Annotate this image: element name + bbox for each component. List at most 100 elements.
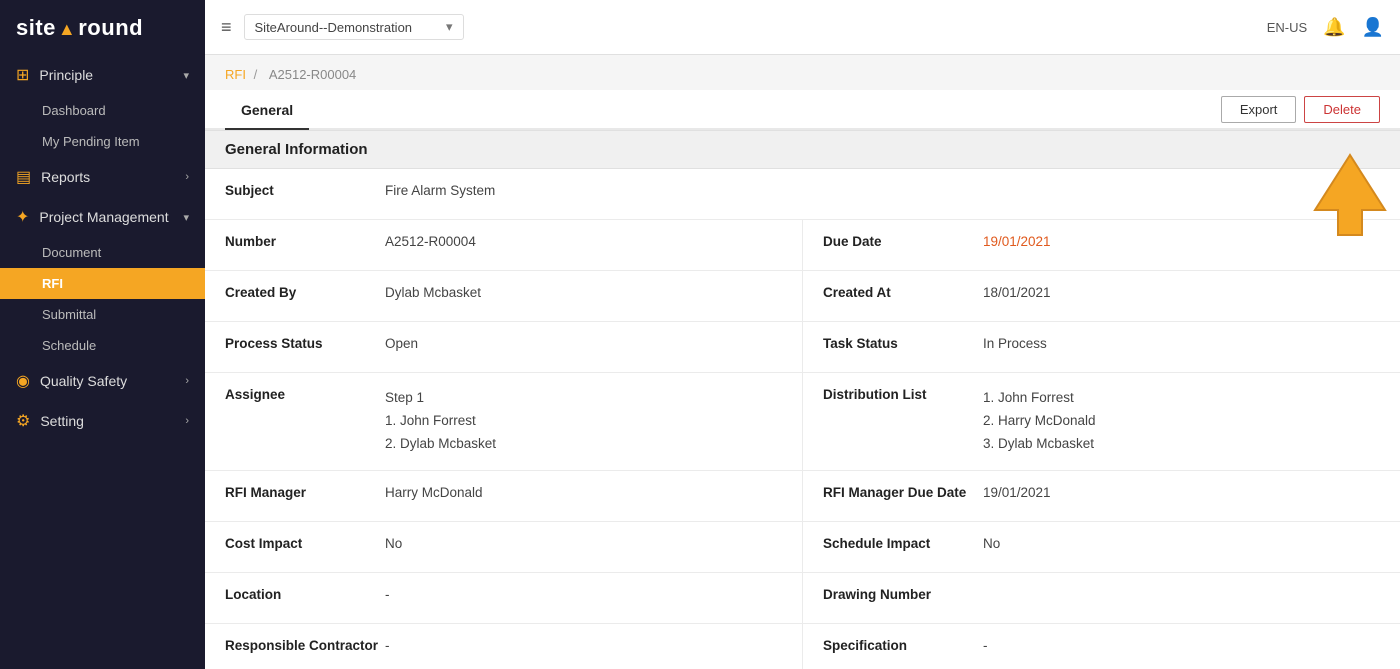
sidebar-item-submittal[interactable]: Submittal	[0, 299, 205, 330]
chevron-down-icon: ▾	[183, 69, 189, 82]
label-schedule-impact: Schedule Impact	[823, 536, 983, 551]
setting-icon: ⚙	[16, 411, 30, 431]
value-rfi-manager-due-date: 19/01/2021	[983, 485, 1380, 500]
user-icon[interactable]: 👤	[1362, 17, 1384, 38]
sidebar-section-quality-safety: ◉ Quality Safety ›	[0, 361, 205, 401]
label-due-date: Due Date	[823, 234, 983, 249]
label-responsible-contractor: Responsible Contractor	[225, 638, 385, 653]
label-created-by: Created By	[225, 285, 385, 300]
value-task-status: In Process	[983, 336, 1380, 351]
tab-bar: General Export Delete	[205, 90, 1400, 130]
cell-location: Location -	[205, 573, 802, 623]
sidebar-item-document[interactable]: Document	[0, 237, 205, 268]
sidebar-principle-label: Principle	[39, 67, 93, 83]
logo-arrow: ▲	[58, 19, 76, 39]
sidebar-group-setting[interactable]: ⚙ Setting ›	[0, 401, 205, 441]
chevron-down-icon2: ▾	[183, 211, 189, 224]
cell-schedule-impact: Schedule Impact No	[803, 522, 1400, 572]
hamburger-icon[interactable]: ≡	[221, 17, 232, 38]
main-content: RFI / A2512-R00004 General Export Delete…	[205, 55, 1400, 669]
row-created-by: Created By Dylab Mcbasket Created At 18/…	[205, 271, 1400, 322]
label-distribution-list: Distribution List	[823, 387, 983, 402]
sidebar-group-principle[interactable]: ⊞ Principle ▾	[0, 55, 205, 95]
logo-text: site▲round	[16, 15, 143, 41]
label-process-status: Process Status	[225, 336, 385, 351]
value-distribution-list: 1. John Forrest2. Harry McDonald3. Dylab…	[983, 387, 1380, 456]
breadcrumb-current: A2512-R00004	[269, 67, 356, 82]
value-cost-impact: No	[385, 536, 782, 551]
topbar: ≡ SiteAround--Demonstration ▾ EN-US 🔔 👤	[205, 0, 1400, 55]
tab-general[interactable]: General	[225, 90, 309, 130]
sidebar-item-dashboard[interactable]: Dashboard	[0, 95, 205, 126]
label-created-at: Created At	[823, 285, 983, 300]
sidebar-group-reports[interactable]: ▤ Reports ›	[0, 157, 205, 197]
sidebar-item-schedule[interactable]: Schedule	[0, 330, 205, 361]
quality-safety-icon: ◉	[16, 371, 30, 391]
cell-drawing-number: Drawing Number	[803, 573, 1400, 623]
section-header-general-info: General Information	[205, 130, 1400, 169]
chevron-right-icon3: ›	[185, 415, 189, 427]
label-drawing-number: Drawing Number	[823, 587, 983, 602]
value-due-date: 19/01/2021	[983, 234, 1380, 249]
sidebar-item-my-pending[interactable]: My Pending Item	[0, 126, 205, 157]
delete-button[interactable]: Delete	[1304, 96, 1380, 123]
label-subject: Subject	[225, 183, 385, 198]
project-name: SiteAround--Demonstration	[255, 20, 413, 35]
cell-rfi-manager: RFI Manager Harry McDonald	[205, 471, 802, 521]
cell-subject-right	[803, 169, 1400, 219]
sidebar-item-rfi[interactable]: RFI	[0, 268, 205, 299]
reports-icon: ▤	[16, 167, 31, 187]
value-rfi-manager: Harry McDonald	[385, 485, 782, 500]
principle-icon: ⊞	[16, 65, 29, 85]
sidebar-group-project-mgmt[interactable]: ✦ Project Management ▾	[0, 197, 205, 237]
action-buttons: Export Delete	[1221, 96, 1380, 123]
value-responsible-contractor: -	[385, 638, 782, 653]
dropdown-arrow-icon: ▾	[446, 19, 453, 35]
cell-due-date: Due Date 19/01/2021	[803, 220, 1400, 270]
cell-cost-impact: Cost Impact No	[205, 522, 802, 572]
value-specification: -	[983, 638, 1380, 653]
export-button[interactable]: Export	[1221, 96, 1297, 123]
sidebar-section-reports: ▤ Reports ›	[0, 157, 205, 197]
cell-rfi-manager-due-date: RFI Manager Due Date 19/01/2021	[803, 471, 1400, 521]
cell-distribution-list: Distribution List 1. John Forrest2. Harr…	[803, 373, 1400, 470]
label-location: Location	[225, 587, 385, 602]
logo: site▲round	[0, 0, 205, 55]
value-created-by: Dylab Mcbasket	[385, 285, 782, 300]
project-mgmt-icon: ✦	[16, 207, 29, 227]
value-number: A2512-R00004	[385, 234, 782, 249]
label-rfi-manager: RFI Manager	[225, 485, 385, 500]
value-process-status: Open	[385, 336, 782, 351]
cell-created-by: Created By Dylab Mcbasket	[205, 271, 802, 321]
cell-task-status: Task Status In Process	[803, 322, 1400, 372]
project-selector[interactable]: SiteAround--Demonstration ▾	[244, 14, 464, 40]
value-assignee: Step 11. John Forrest2. Dylab Mcbasket	[385, 387, 782, 456]
content-area: General Export Delete General Informatio…	[205, 90, 1400, 669]
cell-assignee: Assignee Step 11. John Forrest2. Dylab M…	[205, 373, 802, 470]
row-number: Number A2512-R00004 Due Date 19/01/2021	[205, 220, 1400, 271]
sidebar-section-principle: ⊞ Principle ▾ Dashboard My Pending Item	[0, 55, 205, 157]
sidebar-group-quality-safety[interactable]: ◉ Quality Safety ›	[0, 361, 205, 401]
sidebar-project-mgmt-label: Project Management	[39, 209, 168, 225]
section-wrapper: General Information Subject Fire Alarm S…	[205, 130, 1400, 669]
value-location: -	[385, 587, 782, 602]
row-process-status: Process Status Open Task Status In Proce…	[205, 322, 1400, 373]
sidebar-quality-safety-label: Quality Safety	[40, 373, 127, 389]
row-rfi-manager: RFI Manager Harry McDonald RFI Manager D…	[205, 471, 1400, 522]
sidebar: site▲round ⊞ Principle ▾ Dashboard My Pe…	[0, 0, 205, 669]
sidebar-reports-label: Reports	[41, 169, 90, 185]
cell-number: Number A2512-R00004	[205, 220, 802, 270]
row-responsible-contractor: Responsible Contractor - Specification -	[205, 624, 1400, 669]
breadcrumb-rfi[interactable]: RFI	[225, 67, 246, 82]
value-schedule-impact: No	[983, 536, 1380, 551]
sidebar-section-setting: ⚙ Setting ›	[0, 401, 205, 441]
locale-label: EN-US	[1267, 20, 1307, 35]
cell-specification: Specification -	[803, 624, 1400, 669]
label-number: Number	[225, 234, 385, 249]
chevron-right-icon2: ›	[185, 375, 189, 387]
label-assignee: Assignee	[225, 387, 385, 402]
logo-round: round	[78, 15, 143, 40]
row-assignee: Assignee Step 11. John Forrest2. Dylab M…	[205, 373, 1400, 471]
value-subject: Fire Alarm System	[385, 183, 783, 198]
notification-icon[interactable]: 🔔	[1323, 17, 1345, 38]
